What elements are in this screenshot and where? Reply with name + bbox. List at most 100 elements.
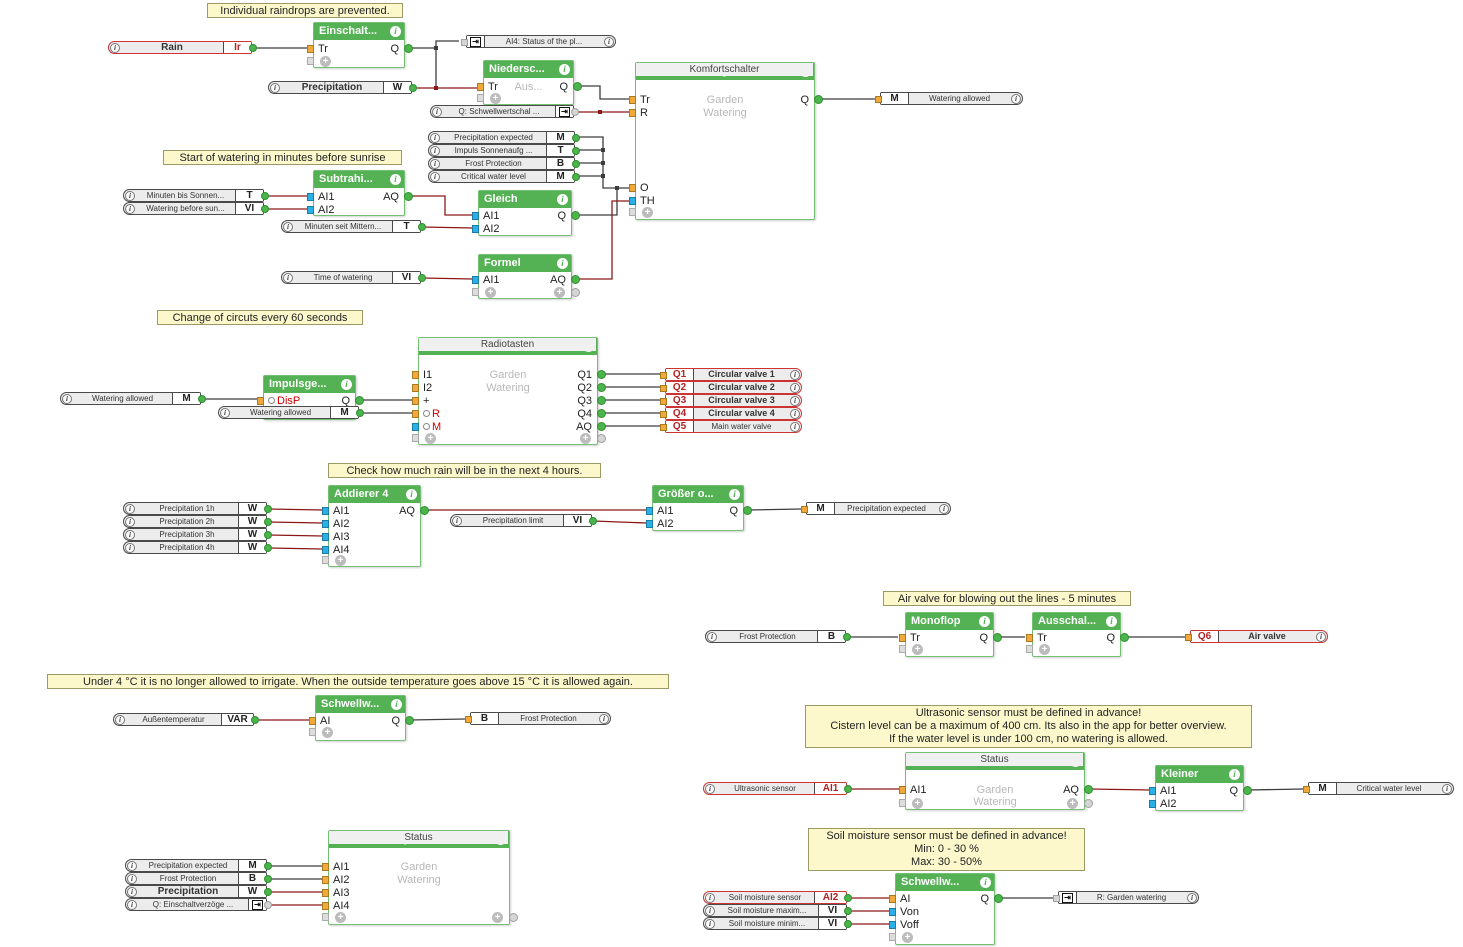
- input-port[interactable]: AI1: [1160, 785, 1177, 798]
- output-nub-icon[interactable]: [1120, 633, 1129, 642]
- info-icon[interactable]: i: [390, 26, 401, 37]
- output-capsule[interactable]: MWatering allowedi: [880, 92, 1023, 105]
- capsule-output-nub-icon[interactable]: [264, 862, 272, 870]
- input-port[interactable]: AI: [900, 893, 910, 906]
- input-nub-icon[interactable]: [646, 507, 653, 515]
- output-nub-icon[interactable]: [597, 422, 606, 431]
- info-icon[interactable]: i: [390, 174, 401, 185]
- output-port[interactable]: Q: [1229, 785, 1238, 798]
- add-port-icon[interactable]: +: [554, 287, 565, 298]
- info-icon[interactable]: i: [704, 918, 716, 929]
- info-icon[interactable]: i: [114, 714, 126, 725]
- add-port-icon[interactable]: +: [485, 287, 496, 298]
- info-icon[interactable]: i: [126, 860, 138, 871]
- output-port[interactable]: Q: [559, 81, 568, 94]
- info-icon[interactable]: i: [126, 886, 138, 897]
- capsule-input-nub-icon[interactable]: [660, 398, 667, 405]
- capsule-output-nub-icon[interactable]: [844, 785, 852, 793]
- output-port[interactable]: Q: [800, 94, 809, 107]
- input-capsule[interactable]: iFrost ProtectionB: [428, 157, 575, 170]
- info-icon[interactable]: i: [1186, 892, 1198, 903]
- input-capsule[interactable]: iMinuten seit Mittern...T: [281, 220, 421, 233]
- output-port[interactable]: Q: [979, 632, 988, 645]
- input-nub-icon[interactable]: [322, 902, 329, 910]
- input-nub-icon[interactable]: [307, 193, 314, 201]
- input-port[interactable]: AI1: [318, 191, 335, 204]
- info-icon[interactable]: i: [789, 369, 801, 380]
- input-port[interactable]: AI1: [483, 274, 500, 287]
- output-port[interactable]: AQ: [1063, 784, 1079, 797]
- output-nub-icon[interactable]: [405, 716, 414, 725]
- input-nub-icon[interactable]: [322, 876, 329, 884]
- diagram-canvas[interactable]: Individual raindrops are prevented.Start…: [0, 0, 1463, 947]
- input-nub-icon[interactable]: [1149, 787, 1156, 795]
- capsule-input-nub-icon[interactable]: [660, 424, 667, 431]
- output-capsule[interactable]: Q5Main water valvei: [665, 420, 802, 433]
- capsule-output-nub-icon[interactable]: [264, 518, 272, 526]
- input-capsule[interactable]: iPrecipitation expectedM: [428, 131, 575, 144]
- function-block-status-cistern[interactable]: Status CisterniStatusGardenWateringAI1AQ…: [905, 752, 1085, 810]
- capsule-output-nub-icon[interactable]: [571, 108, 579, 116]
- output-nub-icon[interactable]: [355, 396, 364, 405]
- output-capsule[interactable]: MPrecipitation expectedi: [806, 502, 951, 515]
- output-nub-icon[interactable]: [994, 894, 1003, 903]
- info-icon[interactable]: i: [1441, 783, 1453, 794]
- output-nub-icon[interactable]: [573, 82, 582, 91]
- output-nub-icon[interactable]: [1084, 785, 1093, 794]
- function-block-niedersc[interactable]: Niedersc...iAus...TrQ+: [483, 60, 574, 105]
- input-nub-icon[interactable]: [412, 397, 419, 405]
- info-icon[interactable]: i: [1315, 631, 1327, 642]
- output-port[interactable]: AQ: [399, 505, 415, 518]
- output-capsule[interactable]: Q2Circular valve 2i: [665, 381, 802, 394]
- input-capsule[interactable]: iFrost ProtectionB: [705, 630, 846, 643]
- input-capsule[interactable]: iPrecipitation 1hW: [123, 502, 267, 515]
- input-capsule[interactable]: iMinuten bis Sonnen...T: [123, 189, 264, 202]
- output-port[interactable]: Q: [390, 43, 399, 56]
- info-icon[interactable]: i: [789, 421, 801, 432]
- info-icon[interactable]: i: [706, 631, 718, 642]
- info-icon[interactable]: i: [789, 382, 801, 393]
- function-block-subtrahi[interactable]: Subtrahi...iAI1AI2AQ: [313, 170, 405, 216]
- add-port-icon[interactable]: +: [492, 912, 503, 923]
- output-nub-icon[interactable]: [814, 95, 823, 104]
- info-icon[interactable]: i: [789, 395, 801, 406]
- output-port[interactable]: AQ: [383, 191, 399, 204]
- capsule-output-nub-icon[interactable]: [261, 192, 269, 200]
- input-nub-icon[interactable]: [322, 863, 329, 871]
- input-port[interactable]: AI1: [910, 784, 927, 797]
- output-capsule[interactable]: MCritical water leveli: [1308, 782, 1454, 795]
- info-icon[interactable]: i: [282, 272, 294, 283]
- input-nub-icon[interactable]: [322, 507, 329, 515]
- info-icon[interactable]: i: [429, 171, 441, 182]
- output-capsule[interactable]: Q4Circular valve 4i: [665, 407, 802, 420]
- info-icon[interactable]: i: [1106, 616, 1117, 627]
- input-port[interactable]: I2: [423, 382, 432, 395]
- capsule-input-nub-icon[interactable]: [461, 39, 468, 46]
- input-capsule[interactable]: iSoil moisture maxim...VI: [703, 904, 847, 917]
- info-icon[interactable]: i: [341, 379, 352, 390]
- output-port[interactable]: Q: [1106, 632, 1115, 645]
- input-nub-icon[interactable]: [412, 384, 419, 392]
- capsule-output-nub-icon[interactable]: [844, 894, 852, 902]
- capsule-output-nub-icon[interactable]: [198, 395, 206, 403]
- info-icon[interactable]: i: [391, 699, 402, 710]
- annotation-note[interactable]: Check how much rain will be in the next …: [328, 463, 601, 478]
- input-capsule[interactable]: iQ: Schwellwertschal ...⇥: [430, 105, 574, 118]
- capsule-output-nub-icon[interactable]: [251, 716, 259, 724]
- input-port[interactable]: AI2: [333, 874, 350, 887]
- input-nub-icon[interactable]: [889, 908, 896, 916]
- input-nub-icon[interactable]: [646, 520, 653, 528]
- capsule-input-nub-icon[interactable]: [660, 411, 667, 418]
- output-nub-icon[interactable]: [597, 409, 606, 418]
- annotation-note[interactable]: Change of circuts every 60 seconds: [157, 310, 363, 325]
- input-nub-icon[interactable]: [307, 45, 314, 53]
- info-icon[interactable]: i: [598, 713, 610, 724]
- info-icon[interactable]: i: [938, 503, 950, 514]
- input-port[interactable]: AI1: [483, 210, 500, 223]
- output-nub-icon[interactable]: [404, 44, 413, 53]
- capsule-output-nub-icon[interactable]: [589, 517, 597, 525]
- capsule-output-nub-icon[interactable]: [264, 544, 272, 552]
- input-nub-icon[interactable]: [472, 276, 479, 284]
- input-port[interactable]: AI2: [318, 204, 335, 217]
- input-capsule[interactable]: iPrecipitation 4hW: [123, 541, 267, 554]
